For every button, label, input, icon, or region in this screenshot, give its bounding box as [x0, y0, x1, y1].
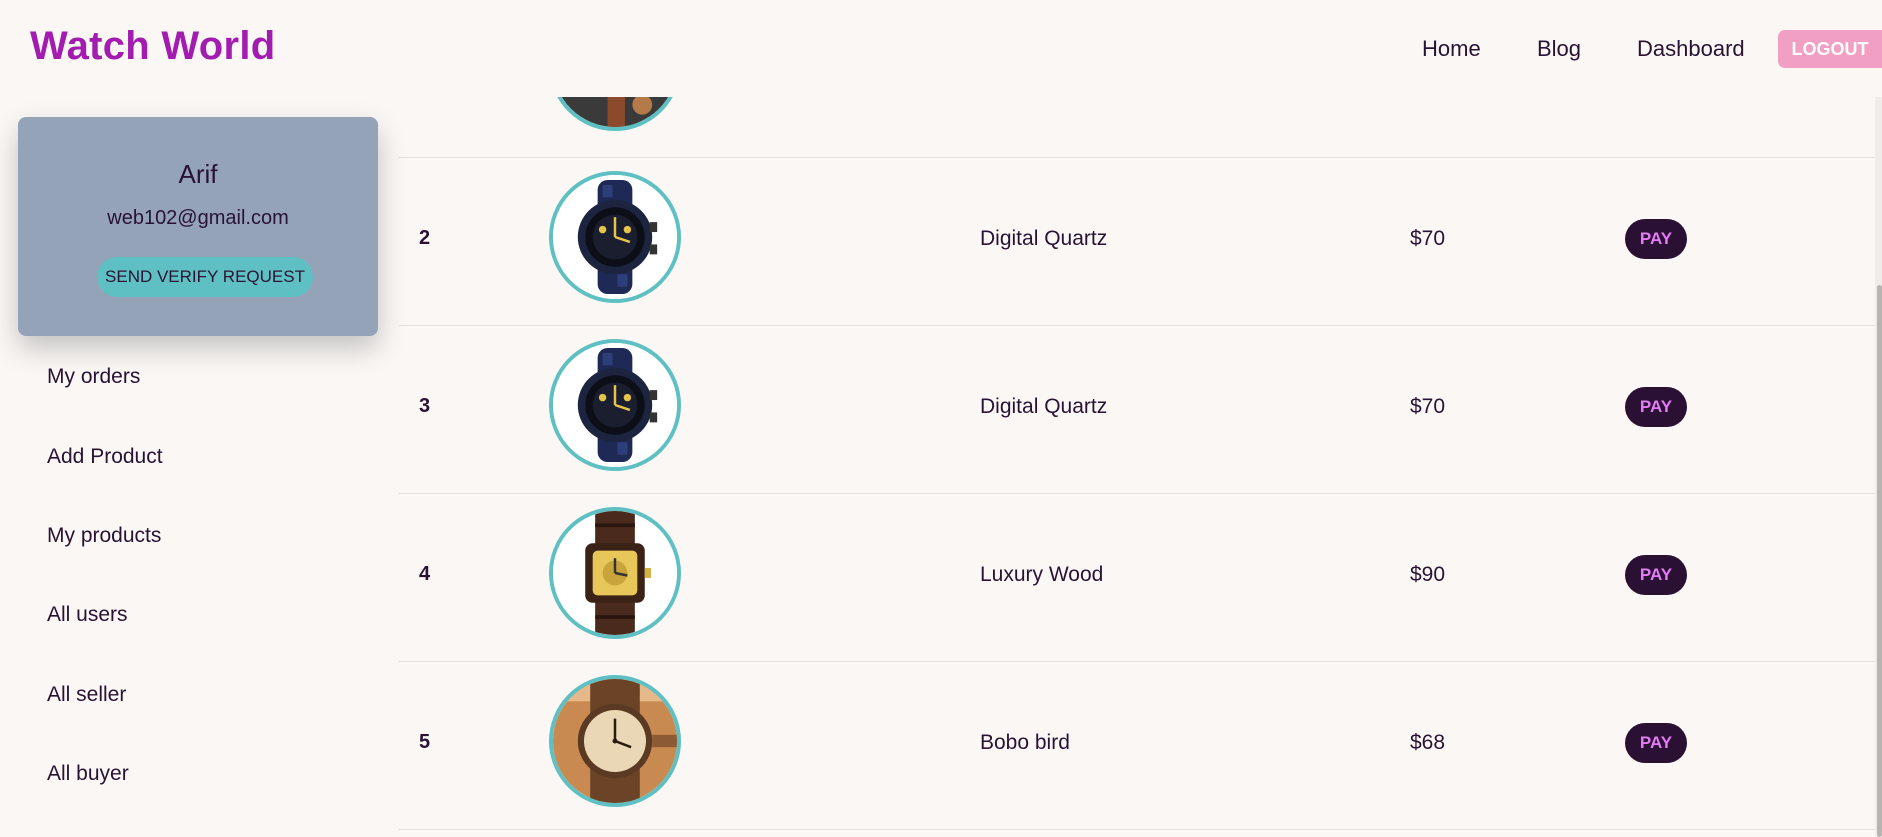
table-row [399, 97, 1875, 158]
sidebar-item-all-users[interactable]: All users [47, 603, 128, 627]
profile-card: Arif web102@gmail.com SEND VERIFY REQUES… [18, 117, 378, 336]
brand-logo[interactable]: Watch World [30, 24, 276, 69]
nav-home-link[interactable]: Home [1422, 36, 1481, 62]
profile-name: Arif [178, 159, 218, 189]
row-number: 4 [419, 563, 431, 585]
product-price: $70 [1410, 227, 1446, 250]
bobo-bird-watch-icon [549, 675, 681, 807]
product-name: Bobo bird [980, 731, 1070, 754]
navbar: Watch World Home Blog Dashboard LOGOUT [0, 0, 1882, 97]
pay-button[interactable]: PAY [1625, 555, 1687, 595]
table-row: 5 Bobo bird $68 PAY [399, 661, 1875, 830]
sidebar-item-my-products[interactable]: My products [47, 524, 161, 548]
product-price: $70 [1410, 395, 1446, 418]
table-row: 2 Digital Quartz $70 PAY [399, 157, 1875, 326]
table-row: 3 Digital Quartz $70 PAY [399, 325, 1875, 494]
profile-email: web102@gmail.com [107, 207, 289, 229]
watch-thumbnail [549, 97, 681, 131]
nav-blog-link[interactable]: Blog [1537, 36, 1581, 62]
pay-button[interactable]: PAY [1625, 723, 1687, 763]
product-price: $68 [1410, 731, 1446, 754]
digital-quartz-watch-icon [549, 171, 681, 303]
table-row: 4 Luxury Wood $90 PAY [399, 493, 1875, 662]
pay-button[interactable]: PAY [1625, 387, 1687, 427]
sidebar-item-all-buyer[interactable]: All buyer [47, 762, 129, 786]
row-number: 2 [419, 227, 431, 249]
nav-dashboard-link[interactable]: Dashboard [1637, 36, 1745, 62]
sidebar-item-all-seller[interactable]: All seller [47, 683, 126, 707]
sidebar-item-my-orders[interactable]: My orders [47, 365, 140, 389]
row-number: 5 [419, 731, 431, 753]
digital-quartz-watch-icon [549, 339, 681, 471]
product-name: Digital Quartz [980, 227, 1108, 250]
product-price: $90 [1410, 563, 1446, 586]
sidebar-item-add-product[interactable]: Add Product [47, 445, 163, 469]
logout-button[interactable]: LOGOUT [1778, 30, 1882, 68]
send-verify-request-button[interactable]: SEND VERIFY REQUEST [97, 257, 313, 297]
luxury-wood-watch-icon [549, 507, 681, 639]
row-number: 3 [419, 395, 431, 417]
product-name: Luxury Wood [980, 563, 1104, 586]
pay-button[interactable]: PAY [1625, 219, 1687, 259]
orders-table: 2 Digital Quartz $70 PAY 3 Digital Quart… [399, 97, 1875, 837]
scrollbar-thumb[interactable] [1877, 285, 1882, 837]
product-name: Digital Quartz [980, 395, 1108, 418]
